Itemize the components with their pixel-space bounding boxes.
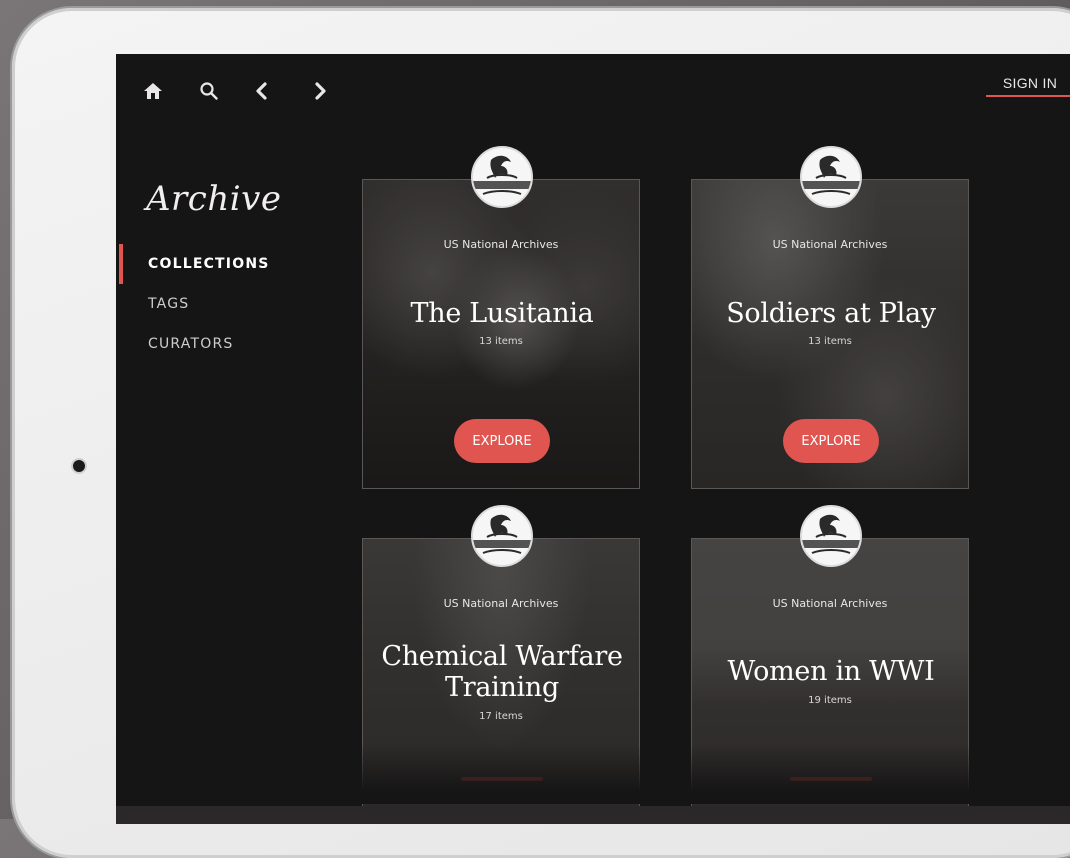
card-title: Soldiers at Play [726, 298, 936, 329]
brand-logo[interactable]: Archive [146, 179, 281, 219]
explore-button[interactable]: EXPLORE [783, 419, 879, 463]
explore-button[interactable]: EXPLORE [454, 419, 550, 463]
sidebar-item-tags[interactable]: TAGS [148, 296, 189, 312]
card-source: US National Archives [443, 238, 559, 251]
app-screen: SIGN IN Archive COLLECTIONS TAGS CURATOR… [116, 54, 1070, 824]
national-archives-seal-icon [471, 146, 533, 208]
sidebar-item-curators[interactable]: CURATORS [148, 336, 233, 352]
national-archives-seal-icon [800, 146, 862, 208]
chevron-left-icon[interactable] [249, 78, 275, 104]
card-title: The Lusitania [410, 298, 594, 329]
front-camera [73, 460, 85, 472]
chevron-right-icon[interactable] [307, 78, 333, 104]
top-nav: SIGN IN [116, 54, 1070, 124]
active-indicator [119, 244, 123, 284]
bottom-fade [116, 744, 1070, 804]
card-source: US National Archives [772, 238, 888, 251]
sign-in-link[interactable]: SIGN IN [988, 75, 1070, 91]
screen-bottom-bar [116, 806, 1070, 824]
sign-in-underline [986, 95, 1070, 97]
card-title-line: Training [445, 672, 559, 703]
card-item-count: 17 items [479, 711, 523, 722]
card-title: Women in WWI [727, 656, 935, 687]
search-icon[interactable] [196, 78, 222, 104]
card-title: Chemical Warfare Training [373, 641, 631, 703]
card-item-count: 13 items [808, 336, 852, 347]
home-icon[interactable] [140, 78, 166, 104]
national-archives-seal-icon [471, 505, 533, 567]
card-source: US National Archives [772, 597, 888, 610]
card-title-line: Chemical Warfare [381, 641, 623, 672]
card-item-count: 13 items [479, 336, 523, 347]
card-source: US National Archives [443, 597, 559, 610]
sidebar-item-collections[interactable]: COLLECTIONS [148, 256, 270, 272]
card-item-count: 19 items [808, 695, 852, 706]
collection-card-lusitania[interactable]: US National Archives The Lusitania 13 it… [362, 179, 640, 489]
collection-card-soldiers-at-play[interactable]: US National Archives Soldiers at Play 13… [691, 179, 969, 489]
national-archives-seal-icon [800, 505, 862, 567]
